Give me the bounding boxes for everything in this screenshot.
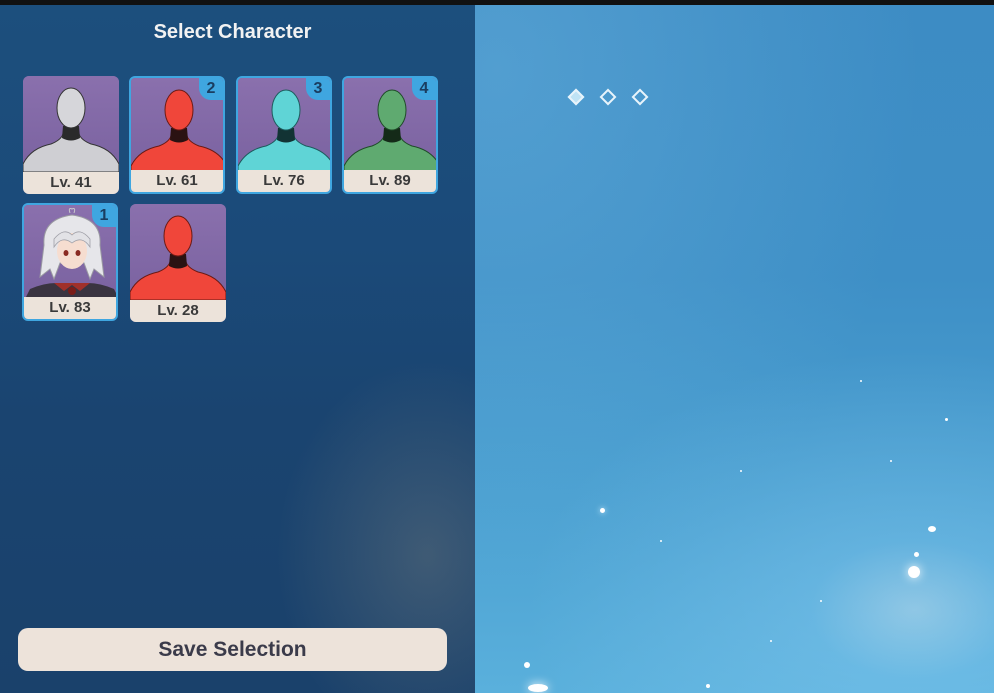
character-level: Lv. 83 (24, 297, 116, 319)
character-card-2[interactable]: 2 Lv. 61 (129, 76, 225, 194)
mannequin-icon (23, 87, 119, 173)
panel-title: Select Character (153, 21, 312, 43)
character-card-5[interactable]: 1 Lv. 83 (22, 203, 118, 321)
character-select-panel: Select Character Lv. 41 2 Lv. 61 3 Lv. 7… (0, 5, 475, 693)
character-card-4[interactable]: 4 Lv. 89 (342, 76, 438, 194)
character-portrait (23, 76, 119, 173)
page-dot-3[interactable] (631, 88, 649, 106)
character-card-3[interactable]: 3 Lv. 76 (236, 76, 332, 194)
character-card-6[interactable]: Lv. 28 (130, 204, 226, 322)
character-portrait (130, 204, 226, 301)
selection-order-badge: 3 (306, 78, 330, 100)
selection-order-badge: 4 (412, 78, 436, 100)
character-level: Lv. 61 (131, 170, 223, 192)
character-level: Lv. 28 (130, 300, 226, 322)
character-level: Lv. 41 (23, 172, 119, 194)
character-level: Lv. 89 (344, 170, 436, 192)
character-card-1[interactable]: Lv. 41 (23, 76, 119, 194)
selection-order-badge: 1 (92, 205, 116, 227)
page-dot-1[interactable] (567, 88, 585, 106)
selection-order-badge: 2 (199, 78, 223, 100)
character-level: Lv. 76 (238, 170, 330, 192)
save-selection-button[interactable]: Save Selection (18, 628, 447, 671)
mannequin-icon (130, 215, 226, 301)
page-dot-2[interactable] (599, 88, 617, 106)
